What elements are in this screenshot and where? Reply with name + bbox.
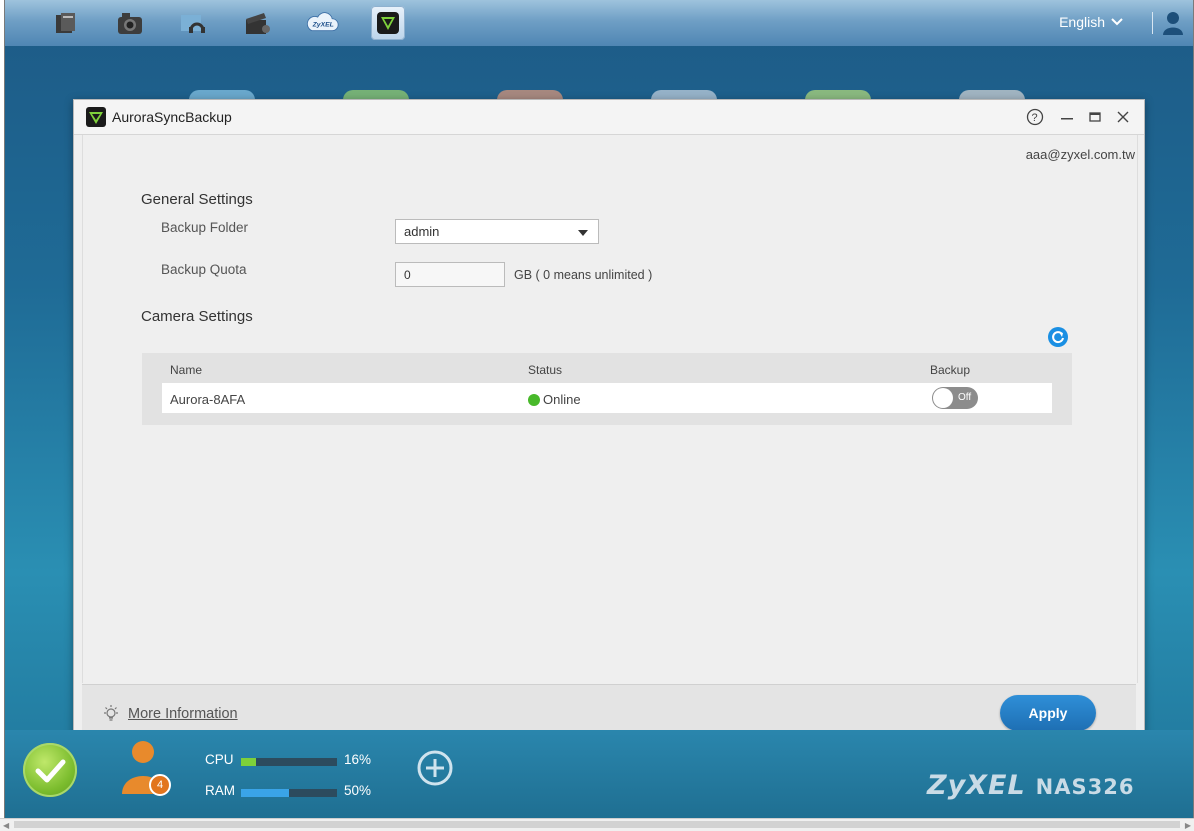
window-title: AuroraSyncBackup xyxy=(112,109,232,125)
video-icon[interactable] xyxy=(241,6,275,40)
refresh-icon[interactable] xyxy=(1048,327,1068,347)
backup-quota-value: 0 xyxy=(404,268,411,282)
user-account-icon[interactable] xyxy=(1161,10,1185,36)
more-information-link[interactable]: More Information xyxy=(102,704,238,724)
lightbulb-icon xyxy=(104,705,118,721)
backup-quota-label: Backup Quota xyxy=(161,262,247,277)
camera-settings-heading: Camera Settings xyxy=(141,308,253,325)
help-icon[interactable]: ? xyxy=(1024,106,1046,128)
dropdown-caret-icon xyxy=(578,230,588,236)
toggle-state-label: Off xyxy=(958,392,972,403)
svg-text:ZyXEL: ZyXEL xyxy=(312,21,334,28)
ram-meter-fill xyxy=(241,789,289,797)
backup-quota-input[interactable]: 0 xyxy=(395,262,505,287)
cpu-meter-fill xyxy=(241,758,257,766)
camera-status-text: Online xyxy=(543,392,581,407)
bottom-dock: 4 CPU 16% RAM 50% ZyXEL NAS326 xyxy=(5,730,1193,818)
brand-name: ZyXEL xyxy=(927,770,1026,801)
photo-icon[interactable] xyxy=(113,6,147,40)
system-status-icon[interactable] xyxy=(23,743,77,797)
quota-unit-note: GB ( 0 means unlimited ) xyxy=(514,268,653,282)
backup-toggle[interactable]: Off xyxy=(932,387,978,409)
top-taskbar: ZyXEL English xyxy=(5,0,1193,46)
scroll-left-arrow-icon[interactable]: ◀ xyxy=(3,821,9,830)
camera-table: Name Status Backup Aurora-8AFA Online Of… xyxy=(142,353,1072,425)
user-count-badge: 4 xyxy=(149,774,171,796)
cpu-label: CPU xyxy=(205,752,234,767)
brand-logo: ZyXEL NAS326 xyxy=(927,770,1134,801)
close-icon[interactable] xyxy=(1112,106,1134,128)
chevron-down-icon xyxy=(1111,18,1123,26)
aurora-sync-icon[interactable] xyxy=(371,6,405,40)
cpu-meter xyxy=(241,758,337,766)
horizontal-scrollbar[interactable]: ◀ ▶ xyxy=(0,818,1194,831)
backup-folder-label: Backup Folder xyxy=(161,220,249,235)
online-status-dot-icon xyxy=(528,394,540,406)
desktop: ZyXEL English AuroraSyncBackup ? aaa@zyx… xyxy=(4,0,1194,818)
camera-status: Online xyxy=(528,392,581,407)
cpu-value: 16% xyxy=(344,752,372,767)
apply-button[interactable]: Apply xyxy=(1000,695,1096,731)
scrollbar-thumb[interactable] xyxy=(14,821,1180,828)
account-email: aaa@zyxel.com.tw xyxy=(1025,147,1135,162)
aurora-logo-icon xyxy=(86,107,106,127)
svg-text:?: ? xyxy=(1032,112,1038,124)
backup-folder-select[interactable]: admin xyxy=(395,219,599,244)
minimize-icon[interactable] xyxy=(1056,106,1078,128)
language-label: English xyxy=(1059,14,1105,30)
window-titlebar[interactable]: AuroraSyncBackup ? xyxy=(74,100,1144,135)
window-content: aaa@zyxel.com.tw General Settings Backup… xyxy=(82,135,1138,683)
taskbar-divider xyxy=(1152,12,1153,34)
language-selector[interactable]: English xyxy=(1059,14,1123,30)
scroll-right-arrow-icon[interactable]: ▶ xyxy=(1185,821,1191,830)
maximize-icon[interactable] xyxy=(1084,106,1106,128)
column-header-status: Status xyxy=(528,363,563,377)
file-browser-icon[interactable] xyxy=(49,6,83,40)
camera-name: Aurora-8AFA xyxy=(170,392,246,407)
backup-folder-value: admin xyxy=(404,224,440,239)
table-row[interactable]: Aurora-8AFA Online Off xyxy=(162,383,1052,413)
more-information-label: More Information xyxy=(128,706,238,722)
music-icon[interactable] xyxy=(177,6,211,40)
table-header: Name Status Backup xyxy=(142,353,1072,383)
ram-label: RAM xyxy=(205,783,235,798)
zyxel-cloud-icon[interactable]: ZyXEL xyxy=(305,6,339,40)
add-app-icon[interactable] xyxy=(415,748,455,788)
aurora-sync-backup-window: AuroraSyncBackup ? aaa@zyxel.com.tw Gene… xyxy=(73,99,1145,746)
ram-meter xyxy=(241,789,337,797)
column-header-name: Name xyxy=(170,363,203,377)
column-header-backup: Backup xyxy=(930,363,971,377)
ram-value: 50% xyxy=(344,783,372,798)
general-settings-heading: General Settings xyxy=(141,191,253,208)
toggle-knob xyxy=(933,388,953,408)
device-model: NAS326 xyxy=(1035,775,1135,799)
